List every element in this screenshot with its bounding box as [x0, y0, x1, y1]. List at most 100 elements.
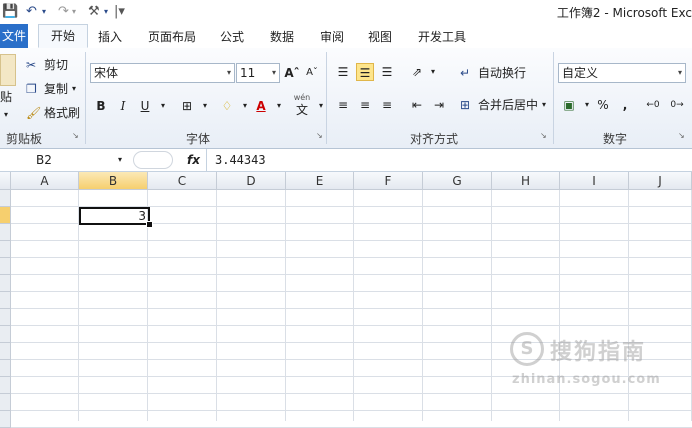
tab-insert[interactable]: 插入 [98, 28, 122, 45]
format-painter-button[interactable]: 格式刷 [44, 104, 80, 122]
align-bottom-icon[interactable]: ☰ [378, 63, 396, 81]
fill-handle[interactable] [146, 221, 153, 228]
phonetic-dropdown-icon[interactable]: ▾ [312, 97, 330, 115]
column-header-b[interactable]: B [79, 172, 148, 190]
underline-dropdown-icon[interactable]: ▾ [154, 97, 172, 115]
borders-dropdown-icon[interactable]: ▾ [196, 97, 214, 115]
row-header[interactable] [0, 258, 11, 275]
increase-decimal-icon[interactable]: ←0 [644, 96, 662, 114]
comma-button[interactable]: , [616, 96, 634, 114]
row-header[interactable] [0, 411, 11, 428]
row-header[interactable] [0, 360, 11, 377]
column-header-f[interactable]: F [354, 172, 423, 190]
tab-page-layout[interactable]: 页面布局 [148, 28, 196, 45]
paste-button[interactable]: 贴 [0, 88, 12, 106]
tools-dropdown-icon[interactable]: ▾ [104, 4, 108, 20]
row-header[interactable] [0, 326, 11, 343]
row-header[interactable] [0, 292, 11, 309]
formula-bar-resize-handle[interactable] [133, 151, 173, 169]
customize-qat-icon[interactable]: |▾ [114, 4, 125, 20]
align-right-icon[interactable]: ≡ [378, 96, 396, 114]
insert-function-button[interactable]: fx [187, 151, 200, 169]
copy-button[interactable]: 复制 [44, 80, 68, 98]
window-title: 工作簿2 - Microsoft Exc [556, 6, 692, 20]
grid-column-line [491, 190, 492, 421]
name-box[interactable]: B2 [0, 151, 130, 169]
redo-icon[interactable]: ↷ [58, 4, 69, 20]
row-header[interactable] [0, 224, 11, 241]
wrap-text-icon: ↵ [460, 66, 471, 80]
tools-icon[interactable]: ⚒ [88, 4, 100, 20]
row-header[interactable] [0, 190, 11, 207]
row-header[interactable] [0, 343, 11, 360]
row-header[interactable] [0, 309, 11, 326]
tab-file[interactable]: 文件 [0, 24, 28, 48]
tab-developer[interactable]: 开发工具 [418, 28, 466, 45]
merge-center-button[interactable]: 合并后居中 [478, 96, 538, 114]
copy-dropdown-icon[interactable]: ▾ [72, 80, 76, 98]
decrease-decimal-icon[interactable]: 0→ [668, 96, 686, 114]
column-header-h[interactable]: H [492, 172, 560, 190]
tab-view[interactable]: 视图 [368, 28, 392, 45]
save-icon[interactable]: 💾 [2, 4, 18, 20]
tab-review[interactable]: 审阅 [320, 28, 344, 45]
redo-dropdown-icon[interactable]: ▾ [72, 4, 76, 20]
font-size-select[interactable]: 11 ▾ [236, 63, 280, 83]
align-left-icon[interactable]: ≡ [334, 96, 352, 114]
tab-home[interactable]: 开始 [38, 24, 88, 48]
row-header[interactable] [0, 394, 11, 411]
number-format-select[interactable]: 自定义 ▾ [558, 63, 686, 83]
increase-indent-icon[interactable]: ⇥ [430, 96, 448, 114]
column-header-d[interactable]: D [217, 172, 286, 190]
column-header-e[interactable]: E [286, 172, 354, 190]
tab-formulas[interactable]: 公式 [220, 28, 244, 45]
name-box-dropdown-icon[interactable]: ▾ [118, 151, 122, 169]
column-header-a[interactable]: A [11, 172, 79, 190]
clipboard-group-label: 剪贴板 [6, 132, 43, 146]
undo-icon[interactable]: ↶ [26, 4, 37, 20]
column-header-j[interactable]: J [629, 172, 692, 190]
number-launcher-icon[interactable]: ↘ [678, 132, 686, 140]
formula-input[interactable]: 3.44343 [215, 151, 266, 169]
underline-button[interactable]: U [136, 97, 154, 115]
font-name-select[interactable]: 宋体 ▾ [90, 63, 235, 83]
align-middle-icon[interactable]: ☰ [356, 63, 374, 81]
row-header[interactable] [0, 275, 11, 292]
undo-dropdown-icon[interactable]: ▾ [42, 4, 46, 20]
borders-icon[interactable]: ⊞ [178, 97, 196, 115]
column-header-i[interactable]: I [560, 172, 629, 190]
font-color-icon[interactable]: A [252, 97, 270, 115]
bold-button[interactable]: B [92, 97, 110, 115]
font-color-dropdown-icon[interactable]: ▾ [270, 97, 288, 115]
paste-icon[interactable] [0, 54, 16, 86]
column-header-c[interactable]: C [148, 172, 217, 190]
merge-dropdown-icon[interactable]: ▾ [542, 96, 546, 114]
cut-button[interactable]: 剪切 [44, 56, 68, 74]
number-group-label: 数字 [603, 132, 628, 146]
alignment-launcher-icon[interactable]: ↘ [540, 132, 548, 140]
chevron-down-icon: ▾ [677, 68, 682, 77]
shrink-font-icon[interactable]: Aˇ [303, 64, 321, 82]
phonetic-guide-icon[interactable]: wén 文 [292, 92, 312, 118]
fill-color-icon[interactable]: ♢ [218, 97, 236, 115]
wrap-text-button[interactable]: 自动换行 [478, 64, 526, 82]
row-header[interactable] [0, 377, 11, 394]
align-top-icon[interactable]: ☰ [334, 63, 352, 81]
align-center-icon[interactable]: ≡ [356, 96, 374, 114]
grow-font-icon[interactable]: Aˆ [283, 64, 301, 82]
tab-data[interactable]: 数据 [270, 28, 294, 45]
font-launcher-icon[interactable]: ↘ [316, 132, 324, 140]
italic-button[interactable]: I [114, 97, 132, 115]
orientation-dropdown-icon[interactable]: ▾ [424, 63, 442, 81]
column-header-g[interactable]: G [423, 172, 492, 190]
font-group-label: 字体 [186, 132, 211, 146]
active-cell-b2[interactable]: 3 [79, 207, 150, 225]
clipboard-launcher-icon[interactable]: ↘ [72, 132, 80, 140]
row-header[interactable] [0, 241, 11, 258]
row-header[interactable] [0, 207, 11, 224]
select-all-corner[interactable] [0, 172, 11, 190]
percent-button[interactable]: % [594, 96, 612, 114]
accounting-format-icon[interactable]: ▣ [560, 96, 578, 114]
decrease-indent-icon[interactable]: ⇤ [408, 96, 426, 114]
paste-dropdown-icon[interactable]: ▾ [4, 106, 8, 124]
